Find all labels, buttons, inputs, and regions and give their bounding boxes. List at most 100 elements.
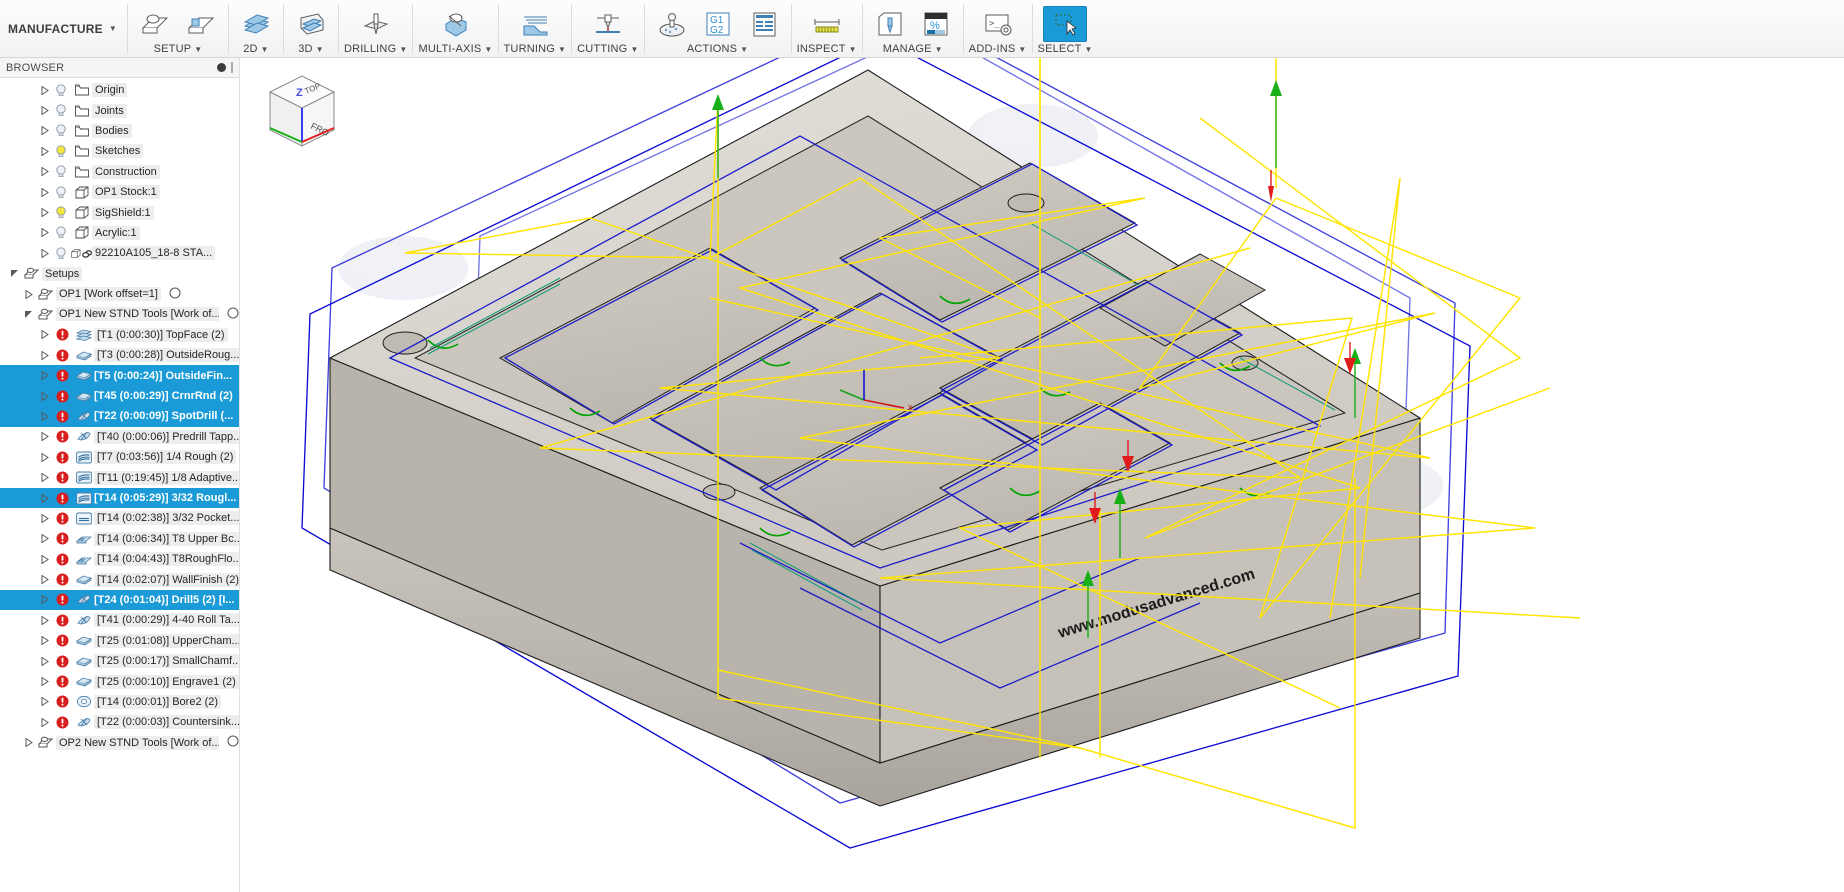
scripts-addins-icon[interactable]: >_ bbox=[976, 6, 1020, 42]
setup-new-icon[interactable] bbox=[133, 6, 177, 42]
milling-2d-icon[interactable] bbox=[234, 6, 278, 42]
tree-operation-row[interactable]: [T45 (0:00:29)] CrnrRnd (2) bbox=[0, 385, 239, 407]
multi-axis-icon[interactable] bbox=[433, 6, 477, 42]
tree-operation-row[interactable]: [T14 (0:05:29)] 3/32 Rougl... bbox=[0, 487, 239, 509]
tree-operation-row[interactable]: [T14 (0:00:01)] Bore2 (2) bbox=[0, 692, 239, 712]
machine-status-circle-icon[interactable] bbox=[227, 307, 239, 322]
tree-operation-row[interactable]: [T5 (0:00:24)] OutsideFin... bbox=[0, 365, 239, 386]
ribbon-group-label[interactable]: 3D ▼ bbox=[289, 42, 333, 55]
select-cursor-icon[interactable] bbox=[1043, 6, 1088, 42]
tree-operation-row[interactable]: [T7 (0:03:56)] 1/4 Rough (2) bbox=[0, 447, 239, 467]
tree-node-op1-stock-1[interactable]: OP1 Stock:1 bbox=[0, 182, 239, 202]
tree-node-origin[interactable]: Origin bbox=[0, 80, 239, 100]
view-cube[interactable]: Z TOP FRO bbox=[240, 58, 350, 168]
expand-triangle-icon[interactable] bbox=[22, 289, 35, 299]
filter-dot-icon[interactable] bbox=[217, 63, 226, 72]
expand-triangle-icon[interactable] bbox=[38, 534, 51, 544]
tree-operation-row[interactable]: [T14 (0:04:43)] T8RoughFlo... bbox=[0, 549, 239, 569]
ribbon-group-label[interactable]: ACTIONS ▼ bbox=[650, 42, 786, 55]
ribbon-group-label[interactable]: MANAGE ▼ bbox=[868, 42, 958, 55]
expand-triangle-icon[interactable] bbox=[38, 146, 51, 156]
drilling-icon[interactable] bbox=[354, 6, 398, 42]
expand-triangle-icon[interactable] bbox=[38, 677, 51, 687]
workspace-switcher[interactable]: MANUFACTURE ▼ bbox=[0, 0, 127, 57]
ribbon-group-label[interactable]: INSPECT ▼ bbox=[797, 42, 857, 55]
tree-node-joints[interactable]: Joints bbox=[0, 100, 239, 120]
expand-triangle-icon[interactable] bbox=[38, 615, 51, 625]
tree-node-92210a105-18-8-sta-[interactable]: 92210A105_18-8 STA... bbox=[0, 243, 239, 263]
visibility-bulb-icon[interactable] bbox=[51, 165, 71, 178]
machining-time-percent-icon[interactable]: % bbox=[914, 6, 958, 42]
tree-operation-row[interactable]: [T41 (0:00:29)] 4-40 Roll Ta... bbox=[0, 610, 239, 630]
tree-operation-row[interactable]: [T25 (0:01:08)] UpperCham... bbox=[0, 631, 239, 651]
3d-viewport[interactable]: www.modusadvanced.com x Z TOP FRO bbox=[240, 58, 1844, 892]
tree-setup-row[interactable]: OP1 New STND Tools [Work of... bbox=[0, 304, 239, 324]
tree-operation-row[interactable]: [T25 (0:00:10)] Engrave1 (2) bbox=[0, 671, 239, 691]
expand-triangle-icon[interactable] bbox=[38, 513, 51, 523]
expand-triangle-icon[interactable] bbox=[38, 106, 51, 116]
visibility-bulb-icon[interactable] bbox=[51, 124, 71, 137]
expand-triangle-icon[interactable] bbox=[38, 330, 51, 340]
tree-operation-row[interactable]: [T22 (0:00:09)] SpotDrill (... bbox=[0, 406, 239, 427]
tree-node-construction[interactable]: Construction bbox=[0, 162, 239, 182]
visibility-bulb-icon[interactable] bbox=[51, 84, 71, 97]
expand-triangle-icon[interactable] bbox=[38, 432, 51, 442]
cutting-icon[interactable] bbox=[586, 6, 630, 42]
expand-triangle-open-icon[interactable] bbox=[8, 269, 21, 278]
tree-operation-row[interactable]: [T22 (0:00:03)] Countersink... bbox=[0, 712, 239, 732]
expand-triangle-icon[interactable] bbox=[38, 575, 51, 585]
machine-status-circle-icon[interactable] bbox=[227, 735, 239, 750]
tree-setup-row[interactable]: OP1 [Work offset=1] bbox=[0, 284, 239, 304]
visibility-bulb-icon[interactable] bbox=[51, 226, 71, 239]
expand-triangle-icon[interactable] bbox=[38, 636, 51, 646]
ribbon-group-label[interactable]: ADD-INS ▼ bbox=[969, 42, 1027, 55]
ribbon-group-label[interactable]: SELECT ▼ bbox=[1038, 42, 1093, 55]
tree-node-setups[interactable]: Setups bbox=[0, 264, 239, 284]
measure-icon[interactable] bbox=[805, 6, 849, 42]
tree-operation-row[interactable]: [T14 (0:06:34)] T8 Upper Bc... bbox=[0, 529, 239, 549]
tree-operation-row[interactable]: [T14 (0:02:07)] WallFinish (2) bbox=[0, 569, 239, 589]
ribbon-group-label[interactable]: TURNING ▼ bbox=[504, 42, 567, 55]
ribbon-group-label[interactable]: 2D ▼ bbox=[234, 42, 278, 55]
expand-triangle-icon[interactable] bbox=[38, 187, 51, 197]
panel-grip-icon[interactable] bbox=[231, 62, 233, 73]
tree-operation-row[interactable]: [T3 (0:00:28)] OutsideRoug... bbox=[0, 345, 239, 365]
expand-triangle-icon[interactable] bbox=[38, 126, 51, 136]
tree-node-sigshield-1[interactable]: SigShield:1 bbox=[0, 202, 239, 222]
tree-setup-row[interactable]: OP2 New STND Tools [Work of... bbox=[0, 733, 239, 753]
expand-triangle-icon[interactable] bbox=[38, 85, 51, 95]
tree-operation-row[interactable]: [T14 (0:02:38)] 3/32 Pocket... bbox=[0, 508, 239, 528]
expand-triangle-icon[interactable] bbox=[38, 656, 51, 666]
tree-operation-row[interactable]: [T25 (0:00:17)] SmallChamf... bbox=[0, 651, 239, 671]
expand-triangle-icon[interactable] bbox=[38, 228, 51, 238]
expand-triangle-icon[interactable] bbox=[38, 208, 51, 218]
tree-node-bodies[interactable]: Bodies bbox=[0, 121, 239, 141]
expand-triangle-icon[interactable] bbox=[38, 473, 51, 483]
expand-triangle-icon[interactable] bbox=[38, 248, 51, 258]
expand-triangle-icon[interactable] bbox=[38, 452, 51, 462]
expand-triangle-icon[interactable] bbox=[38, 493, 51, 503]
expand-triangle-icon[interactable] bbox=[38, 554, 51, 564]
expand-triangle-icon[interactable] bbox=[38, 167, 51, 177]
ribbon-group-label[interactable]: CUTTING ▼ bbox=[577, 42, 638, 55]
expand-triangle-icon[interactable] bbox=[38, 717, 51, 727]
tree-node-sketches[interactable]: Sketches bbox=[0, 141, 239, 161]
tool-library-icon[interactable] bbox=[868, 6, 912, 42]
machine-status-circle-icon[interactable] bbox=[169, 287, 181, 302]
setup-folder-icon[interactable] bbox=[179, 6, 223, 42]
ribbon-group-label[interactable]: SETUP ▼ bbox=[133, 42, 223, 55]
post-process-g1g2-icon[interactable]: G1 G2 bbox=[696, 6, 740, 42]
turning-icon[interactable] bbox=[513, 6, 557, 42]
tree-operation-row[interactable]: [T40 (0:00:06)] Predrill Tapp... bbox=[0, 427, 239, 447]
expand-triangle-icon[interactable] bbox=[38, 595, 51, 605]
tree-operation-row[interactable]: [T11 (0:19:45)] 1/8 Adaptive... bbox=[0, 467, 239, 487]
expand-triangle-open-icon[interactable] bbox=[22, 310, 35, 319]
visibility-bulb-icon[interactable] bbox=[51, 185, 71, 199]
tree-operation-row[interactable]: [T1 (0:00:30)] TopFace (2) bbox=[0, 325, 239, 345]
visibility-bulb-icon[interactable] bbox=[51, 247, 71, 260]
visibility-bulb-icon[interactable] bbox=[51, 145, 71, 158]
expand-triangle-icon[interactable] bbox=[38, 350, 51, 360]
expand-triangle-icon[interactable] bbox=[38, 411, 51, 421]
expand-triangle-icon[interactable] bbox=[38, 391, 51, 401]
expand-triangle-icon[interactable] bbox=[22, 738, 35, 748]
